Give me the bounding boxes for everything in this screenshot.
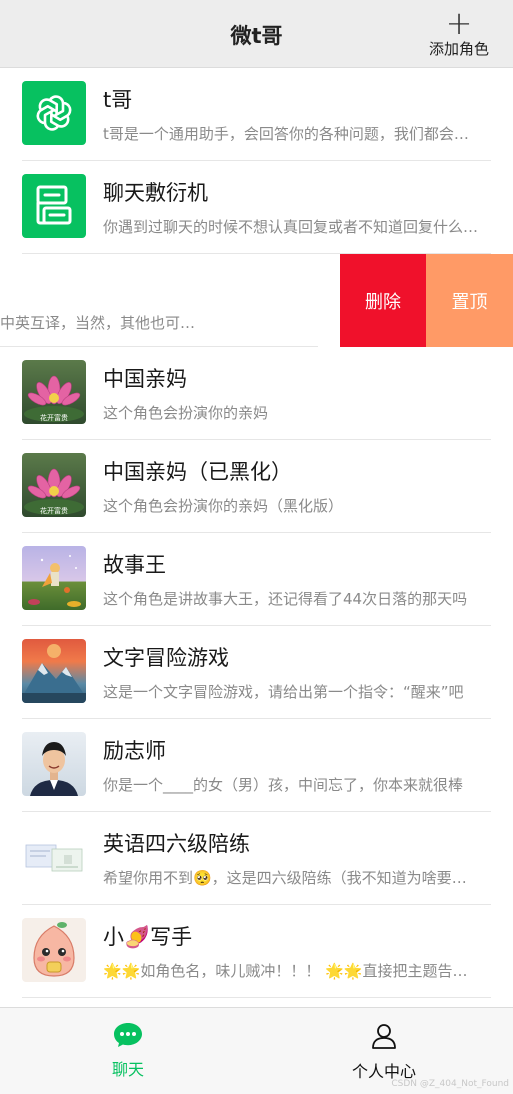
add-role-label: 添加角色 — [428, 40, 489, 58]
tab-profile[interactable]: 个人中心 — [319, 1022, 449, 1082]
man-portrait-avatar — [22, 732, 86, 796]
chat-item-story-king[interactable]: 故事王 这个角色是讲故事大王，还记得看了44次日落的那天吗 — [0, 533, 513, 626]
bottom-tab-bar: 聊天 个人中心 CSDN @Z_404_Not_Found — [0, 1007, 513, 1094]
chat-item-text-adventure[interactable]: 文字冒险游戏 这是一个文字冒险游戏，请给出第一个指令：“醒来”吧 — [0, 626, 513, 719]
chat-item-fuyanji[interactable]: 聊天敷衍机 你遇到过聊天的时候不想认真回复或者不知道回复什么的时候吗 — [0, 161, 513, 254]
watermark: CSDN @Z_404_Not_Found — [391, 1079, 509, 1089]
chat-description: 🌟🌟如角色名，味儿贼冲！！！ 🌟🌟直接把主题告诉我吧 — [103, 962, 481, 980]
certificate-avatar — [22, 825, 86, 889]
chat-name: 励志师 — [103, 739, 166, 763]
mountain-avatar — [22, 639, 86, 703]
chat-item-mom[interactable]: 花开富贵 中国亲妈 这个角色会扮演你的亲妈 — [0, 347, 513, 440]
add-role-button[interactable]: + 添加角色 — [419, 4, 499, 59]
chat-description: 这个角色会扮演你的亲妈（黑化版） — [103, 497, 344, 515]
chat-description: 这个角色会扮演你的亲妈 — [103, 404, 269, 422]
chat-description: t哥是一个通用助手，会回答你的各种问题，我们都会帮你解决 — [103, 125, 481, 143]
document-box-avatar — [22, 174, 86, 238]
chat-list: t哥 t哥是一个通用助手，会回答你的各种问题，我们都会帮你解决 聊天敷衍机 你遇… — [0, 68, 513, 998]
tab-chat[interactable]: 聊天 — [63, 1022, 193, 1080]
chat-item-sweet-potato-writer[interactable]: 小🍠写手 🌟🌟如角色名，味儿贼冲！！！ 🌟🌟直接把主题告诉我吧 — [0, 905, 513, 998]
chat-name: 聊天敷衍机 — [103, 181, 208, 205]
chat-description: 这是一个文字冒险游戏，请给出第一个指令：“醒来”吧 — [103, 683, 464, 701]
peach-character-avatar — [22, 918, 86, 982]
chat-name: 英语四六级陪练 — [103, 832, 250, 856]
chat-name: t哥 — [103, 88, 133, 112]
avatar-caption: 花开富贵 — [40, 506, 68, 515]
chat-item-motivator[interactable]: 励志师 你是一个____的女（男）孩，中间忘了，你本来就很棒 — [0, 719, 513, 812]
pin-to-top-button[interactable]: 置顶 — [426, 254, 513, 347]
chat-description: 你是一个____的女（男）孩，中间忘了，你本来就很棒 — [103, 776, 464, 794]
chat-description: 希望你用不到🥺，这是四六级陪练（我不知道为啥要这个） — [103, 869, 481, 887]
chat-item-tge[interactable]: t哥 t哥是一个通用助手，会回答你的各种问题，我们都会帮你解决 — [0, 68, 513, 161]
chat-name: 中国亲妈 — [103, 367, 187, 391]
person-icon — [372, 1024, 396, 1049]
chat-name: 故事王 — [103, 553, 166, 577]
top-nav-bar: 微t哥 + 添加角色 — [0, 0, 513, 68]
avatar-caption: 花开富贵 — [40, 413, 68, 422]
chat-name: 中国亲妈（已黑化） — [103, 460, 292, 484]
little-prince-avatar — [22, 546, 86, 610]
tab-chat-label: 聊天 — [111, 1060, 144, 1079]
chat-item-cet-practice[interactable]: 英语四六级陪练 希望你用不到🥺，这是四六级陪练（我不知道为啥要这个） — [0, 812, 513, 905]
plus-icon: + — [445, 4, 473, 42]
openai-logo-avatar — [22, 81, 86, 145]
chat-bubble-icon — [114, 1023, 142, 1047]
chat-name: 文字冒险游戏 — [103, 646, 229, 670]
chat-item-mom-dark[interactable]: 花开富贵 中国亲妈（已黑化） 这个角色会扮演你的亲妈（黑化版） — [0, 440, 513, 533]
chat-description: 翻译官，主要用于中英互译，当然，其他也可以哦 — [0, 314, 198, 332]
chat-description: 这个角色是讲故事大王，还记得看了44次日落的那天吗 — [103, 590, 468, 608]
divider — [22, 997, 491, 998]
lotus-avatar: 花开富贵 — [22, 453, 86, 517]
swiped-content: 翻译官，主要用于中英互译，当然，其他也可以哦 — [0, 254, 340, 347]
chat-name: 小🍠写手 — [103, 925, 193, 949]
chat-description: 你遇到过聊天的时候不想认真回复或者不知道回复什么的时候吗 — [103, 218, 481, 236]
lotus-avatar: 花开富贵 — [22, 360, 86, 424]
delete-button[interactable]: 删除 — [340, 254, 426, 347]
chat-item-translator-swiped[interactable]: 翻译官，主要用于中英互译，当然，其他也可以哦 删除 置顶 — [0, 254, 513, 347]
